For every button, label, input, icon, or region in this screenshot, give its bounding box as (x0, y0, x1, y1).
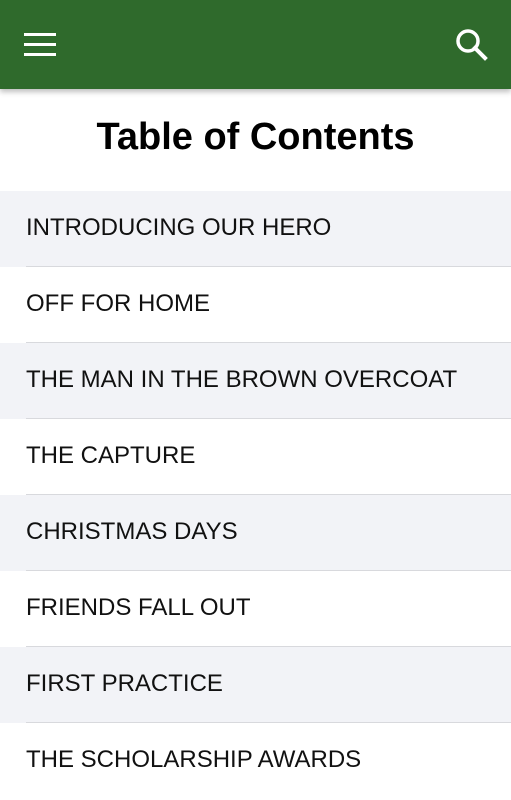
toc-item-the-man-in-the-brown-overcoat[interactable]: THE MAN IN THE BROWN OVERCOAT (0, 343, 511, 419)
toc-item-christmas-days[interactable]: CHRISTMAS DAYS (0, 495, 511, 571)
search-icon (449, 22, 495, 68)
toc-item-the-scholarship-awards[interactable]: THE SCHOLARSHIP AWARDS (0, 723, 511, 799)
toc-item-first-practice[interactable]: FIRST PRACTICE (0, 647, 511, 723)
menu-button[interactable] (14, 24, 66, 66)
reader-app: Table of Contents INTRODUCING OUR HERO O… (0, 0, 511, 800)
toc-item-off-for-home[interactable]: OFF FOR HOME (0, 267, 511, 343)
toc-item-label: THE SCHOLARSHIP AWARDS (26, 746, 362, 773)
table-of-contents-list: INTRODUCING OUR HERO OFF FOR HOME THE MA… (0, 191, 511, 799)
toc-item-label: FRIENDS FALL OUT (26, 594, 251, 621)
toc-item-label: THE MAN IN THE BROWN OVERCOAT (26, 366, 458, 393)
toc-item-introducing-our-hero[interactable]: INTRODUCING OUR HERO (0, 191, 511, 267)
hamburger-menu-icon (14, 24, 66, 66)
toc-item-label: CHRISTMAS DAYS (26, 518, 238, 545)
toc-item-label: INTRODUCING OUR HERO (26, 214, 332, 241)
toc-item-label: OFF FOR HOME (26, 290, 210, 317)
page-title: Table of Contents (96, 116, 415, 158)
toc-item-friends-fall-out[interactable]: FRIENDS FALL OUT (0, 571, 511, 647)
toc-item-label: FIRST PRACTICE (26, 670, 223, 697)
top-app-bar (0, 0, 511, 89)
toc-item-the-capture[interactable]: THE CAPTURE (0, 419, 511, 495)
search-button[interactable] (449, 22, 495, 68)
toc-item-label: THE CAPTURE (26, 442, 196, 469)
